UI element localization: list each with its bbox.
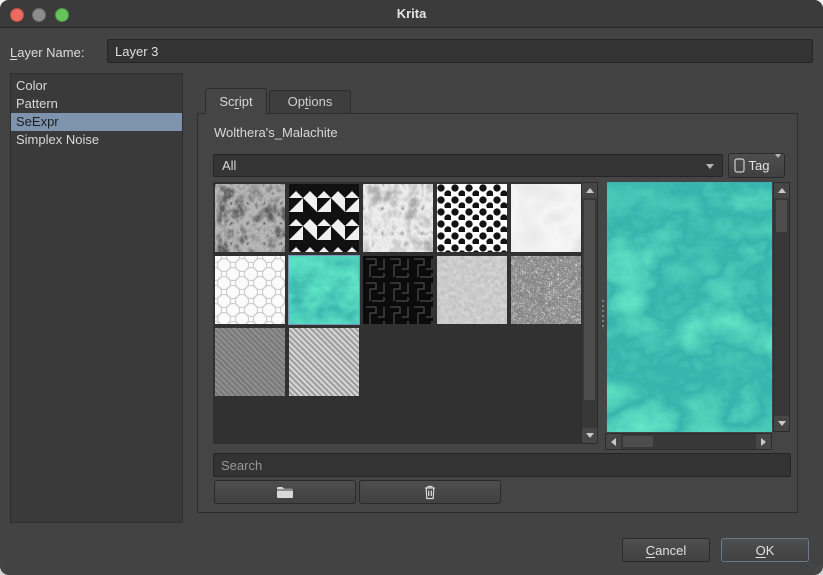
- resize-grip[interactable]: [809, 561, 821, 573]
- tag-button[interactable]: Tag: [728, 153, 785, 178]
- generator-item-pattern[interactable]: Pattern: [11, 95, 182, 113]
- preview-scroll-right-button[interactable]: [756, 434, 771, 449]
- tag-filter-combobox[interactable]: All: [213, 154, 723, 177]
- pattern-thumbnail-8[interactable]: [363, 256, 433, 324]
- layer-name-label: Layer Name:: [10, 45, 84, 60]
- generator-item-seexpr[interactable]: SeExpr: [11, 113, 182, 131]
- trash-icon: [423, 484, 437, 500]
- pattern-thumbnail-12[interactable]: [289, 328, 359, 396]
- search-input[interactable]: [213, 453, 791, 477]
- ok-button[interactable]: OK: [721, 538, 809, 562]
- preview-horizontal-scrollbar[interactable]: [605, 433, 772, 450]
- chevron-down-icon: [706, 164, 714, 169]
- splitter-handle[interactable]: [600, 182, 606, 444]
- delete-resource-button[interactable]: [359, 480, 501, 504]
- titlebar: Krita: [0, 0, 823, 28]
- tag-button-label: Tag: [749, 158, 770, 173]
- window-title: Krita: [0, 0, 823, 27]
- triangle-left-icon: [611, 438, 616, 446]
- bookmark-icon: [734, 158, 745, 173]
- preview-scroll-left-button[interactable]: [606, 434, 621, 449]
- script-tab-pane: Wolthera's_Malachite All Tag: [197, 113, 798, 513]
- import-resource-button[interactable]: [214, 480, 356, 504]
- preview-hscrollbar-thumb[interactable]: [623, 436, 653, 447]
- tag-menu-arrow-icon: [774, 158, 781, 173]
- folder-icon: [276, 485, 294, 499]
- krita-dialog-window: Krita Layer Name: Color Pattern SeExpr S…: [0, 0, 823, 575]
- pattern-thumbnail-1[interactable]: [215, 184, 285, 252]
- triangle-up-icon: [586, 188, 594, 193]
- grid-scrollbar-thumb[interactable]: [584, 200, 595, 400]
- preview-scroll-up-button[interactable]: [774, 183, 789, 198]
- grid-scroll-up-button[interactable]: [582, 183, 597, 198]
- layer-name-input[interactable]: [107, 39, 813, 63]
- tag-filter-value: All: [222, 158, 236, 173]
- current-resource-name: Wolthera's_Malachite: [214, 125, 338, 140]
- pattern-thumbnail-7-selected[interactable]: [289, 256, 359, 324]
- pattern-thumbnail-6[interactable]: [215, 256, 285, 324]
- preview-vertical-scrollbar[interactable]: [773, 182, 790, 432]
- tab-options[interactable]: Options: [269, 90, 351, 113]
- triangle-down-icon: [778, 421, 786, 426]
- cancel-button[interactable]: Cancel: [622, 538, 710, 562]
- resource-preview: [607, 182, 772, 432]
- tab-script[interactable]: Script: [205, 88, 267, 114]
- grid-scrollbar[interactable]: [581, 182, 598, 444]
- pattern-thumbnail-2[interactable]: [289, 184, 359, 252]
- pattern-thumbnail-10[interactable]: [511, 256, 581, 324]
- pattern-thumbnail-4[interactable]: [437, 184, 507, 252]
- pattern-thumbnail-5[interactable]: [511, 184, 581, 252]
- triangle-down-icon: [586, 433, 594, 438]
- preview-scroll-down-button[interactable]: [774, 416, 789, 431]
- triangle-right-icon: [761, 438, 766, 446]
- triangle-up-icon: [778, 188, 786, 193]
- pattern-grid: [213, 182, 581, 444]
- pattern-thumbnail-11[interactable]: [215, 328, 285, 396]
- generator-item-color[interactable]: Color: [11, 77, 182, 95]
- generator-type-list: Color Pattern SeExpr Simplex Noise: [10, 73, 183, 523]
- generator-item-simplex-noise[interactable]: Simplex Noise: [11, 131, 182, 149]
- resource-chooser: [213, 181, 791, 450]
- preview-vscrollbar-thumb[interactable]: [776, 200, 787, 232]
- pattern-thumbnail-3[interactable]: [363, 184, 433, 252]
- pattern-thumbnail-9[interactable]: [437, 256, 507, 324]
- grid-scroll-down-button[interactable]: [582, 428, 597, 443]
